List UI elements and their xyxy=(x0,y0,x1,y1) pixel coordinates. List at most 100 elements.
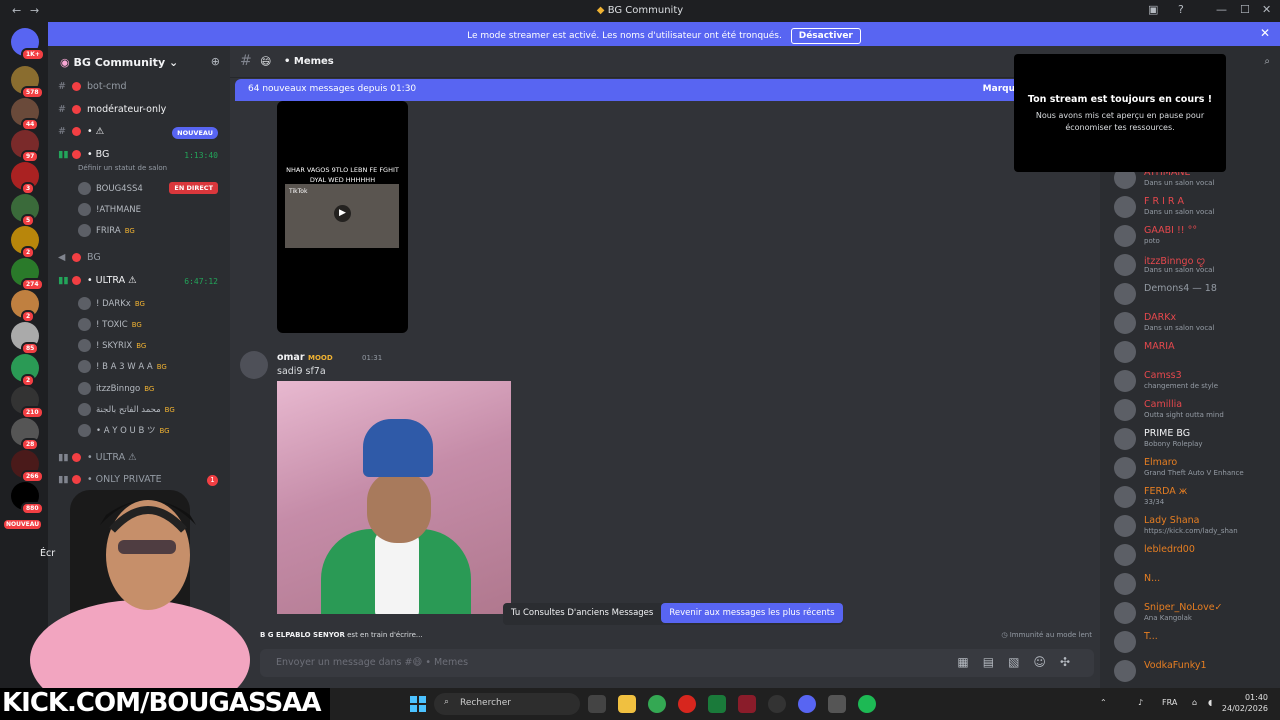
voice-channel-bg-plain[interactable]: ◀ BG xyxy=(58,252,101,263)
obs-icon[interactable] xyxy=(768,695,786,713)
no-entry-icon xyxy=(72,127,81,136)
channel-moderateur[interactable]: # modérateur-only xyxy=(58,104,166,115)
add-member-icon[interactable]: ⊕ xyxy=(211,55,220,68)
user-tag: BG xyxy=(131,321,142,329)
server-icon[interactable]: 2 xyxy=(11,354,39,387)
emoji-picker-icon[interactable]: ☺ xyxy=(1033,655,1060,669)
voice-user[interactable]: FRIRA BG xyxy=(78,224,135,237)
mic-icon[interactable]: ♪ xyxy=(1138,698,1143,707)
message-author[interactable]: omar xyxy=(277,352,305,363)
member-name: DARKx xyxy=(1144,312,1177,323)
search-icon[interactable]: ⌕ xyxy=(1264,56,1270,67)
new-messages-bar[interactable]: 64 nouveaux messages depuis 01:30 Marqu xyxy=(235,79,1095,101)
inbox-icon[interactable]: ▣ xyxy=(1148,3,1158,16)
video-attachment[interactable]: NHAR VAGOS 9TLO LEBN FE FGHIT DYAL WED H… xyxy=(277,101,408,333)
network-icon[interactable]: ⌂ xyxy=(1192,698,1197,707)
adobe-icon[interactable] xyxy=(738,695,756,713)
server-icon[interactable]: 274 xyxy=(11,258,44,291)
video-thumbnail[interactable]: TikTok ▶ xyxy=(285,184,399,248)
close-icon[interactable]: ✕ xyxy=(1262,3,1271,16)
language-indicator[interactable]: FRA xyxy=(1162,698,1177,707)
voice-user[interactable]: itzzBinngo BG xyxy=(78,382,154,395)
maximize-icon[interactable]: ☐ xyxy=(1240,3,1250,16)
popup-title: Ton stream est toujours en cours ! xyxy=(1027,94,1213,105)
search-icon: ⌕ xyxy=(444,697,450,707)
message-composer[interactable]: Envoyer un message dans #😄 • Memes ▦▤▧☺✣ xyxy=(260,649,1094,677)
voice-user[interactable]: ! SKYRIX BG xyxy=(78,339,146,352)
home-icon[interactable]: 1K+ xyxy=(11,28,45,61)
channel-label: modérateur-only xyxy=(87,104,167,115)
voice-user-name: FRIRA xyxy=(96,226,121,236)
hash-icon: # xyxy=(58,81,66,92)
server-icon[interactable]: 3 xyxy=(11,162,39,195)
voice-user[interactable]: ! B A 3 W A A BG xyxy=(78,360,167,373)
jump-bar: Tu Consultes D'anciens Messages Revenir a… xyxy=(503,603,843,625)
avatar[interactable] xyxy=(240,351,268,379)
server-icon[interactable]: 2 xyxy=(11,226,39,259)
server-icon[interactable]: 578 xyxy=(11,66,44,99)
play-icon[interactable]: ▶ xyxy=(334,205,351,222)
voice-user[interactable]: ! TOXIC BG xyxy=(78,318,142,331)
apps-icon[interactable]: ✣ xyxy=(1060,655,1084,669)
mark-read-button[interactable]: Marqu xyxy=(983,84,1015,94)
clock[interactable]: 01:40 24/02/2026 xyxy=(1222,692,1268,714)
taskbar-search[interactable]: ⌕ Rechercher xyxy=(434,693,580,715)
help-icon[interactable]: ? xyxy=(1178,3,1184,16)
terminal-icon[interactable] xyxy=(708,695,726,713)
voice-user[interactable]: BOUG4SS4 xyxy=(78,182,143,195)
voice-user[interactable]: !ATHMANE xyxy=(78,203,141,216)
gift-icon[interactable]: ▦ xyxy=(957,655,982,669)
live-badge: EN DIRECT xyxy=(169,182,218,194)
voice-user-name: !ATHMANE xyxy=(96,205,142,215)
avatar xyxy=(78,297,91,310)
spotify-icon[interactable] xyxy=(858,695,876,713)
minimize-icon[interactable]: — xyxy=(1216,3,1227,16)
task-view-icon[interactable] xyxy=(588,695,606,713)
voice-channel-ultra-2[interactable]: ▮▮ • ULTRA ⚠ xyxy=(58,452,137,463)
gif-icon[interactable]: ▤ xyxy=(983,655,1008,669)
sticker-icon[interactable]: ▧ xyxy=(1008,655,1033,669)
chevron-up-icon[interactable]: ⌃ xyxy=(1100,698,1107,707)
chrome-icon[interactable] xyxy=(648,695,666,713)
close-banner-icon[interactable]: ✕ xyxy=(1260,26,1270,40)
server-icon[interactable]: 2 xyxy=(11,290,39,323)
chevron-down-icon: ⌄ xyxy=(168,56,179,69)
server-icon[interactable]: 28 xyxy=(11,418,40,451)
server-icon[interactable]: 5 xyxy=(11,194,39,227)
member-activity: Dans un salon vocal xyxy=(1144,266,1215,274)
windows-start-icon[interactable] xyxy=(410,696,426,712)
channel-bot-cmd[interactable]: # bot-cmd xyxy=(58,81,127,92)
member-name: FERDA ж xyxy=(1144,486,1188,497)
discord-icon[interactable] xyxy=(798,695,816,713)
opera-icon[interactable] xyxy=(678,695,696,713)
channel-label: BG xyxy=(87,252,101,263)
kick-url: KICK.COM/BOUGASSAA xyxy=(2,688,322,718)
volume-icon[interactable]: ◖ xyxy=(1208,698,1212,707)
old-messages-label: Tu Consultes D'anciens Messages xyxy=(511,608,654,618)
server-icon[interactable]: 210 xyxy=(11,386,44,419)
voice-user[interactable]: • A Y O U B ツ BG xyxy=(78,424,170,437)
channel-warning[interactable]: # • ⚠ xyxy=(58,126,104,137)
image-attachment[interactable] xyxy=(277,381,511,614)
status-hint[interactable]: Définir un statut de salon xyxy=(78,164,167,172)
voice-user[interactable]: محمد الفاتح بالجنة BG xyxy=(78,403,175,416)
member-name: N... xyxy=(1144,573,1161,584)
disable-streamer-button[interactable]: Désactiver xyxy=(790,28,861,44)
member-activity: Dans un salon vocal xyxy=(1144,208,1215,216)
voice-user[interactable]: ! DARKx BG xyxy=(78,297,145,310)
member-name: PRIME BG xyxy=(1144,428,1191,439)
jump-recent-button[interactable]: Revenir aux messages les plus récents xyxy=(661,603,843,623)
member-name: Camillia xyxy=(1144,399,1183,410)
server-icon[interactable]: 85 xyxy=(11,322,40,355)
file-explorer-icon[interactable] xyxy=(618,695,636,713)
voice-icon: ▮▮ xyxy=(58,149,69,160)
store-icon[interactable] xyxy=(828,695,846,713)
shirt xyxy=(30,600,250,688)
server-icon[interactable]: 44 xyxy=(11,98,40,131)
no-entry-icon xyxy=(72,453,81,462)
guild-header[interactable]: ◉ BG Community ⌄ xyxy=(60,56,178,69)
voice-channel-ultra[interactable]: ▮▮ • ULTRA ⚠ xyxy=(58,275,137,286)
member-activity: Ana Kangolak xyxy=(1144,614,1192,622)
voice-channel-bg[interactable]: ▮▮ • BG xyxy=(58,149,109,160)
server-icon[interactable]: 97 xyxy=(11,130,40,163)
